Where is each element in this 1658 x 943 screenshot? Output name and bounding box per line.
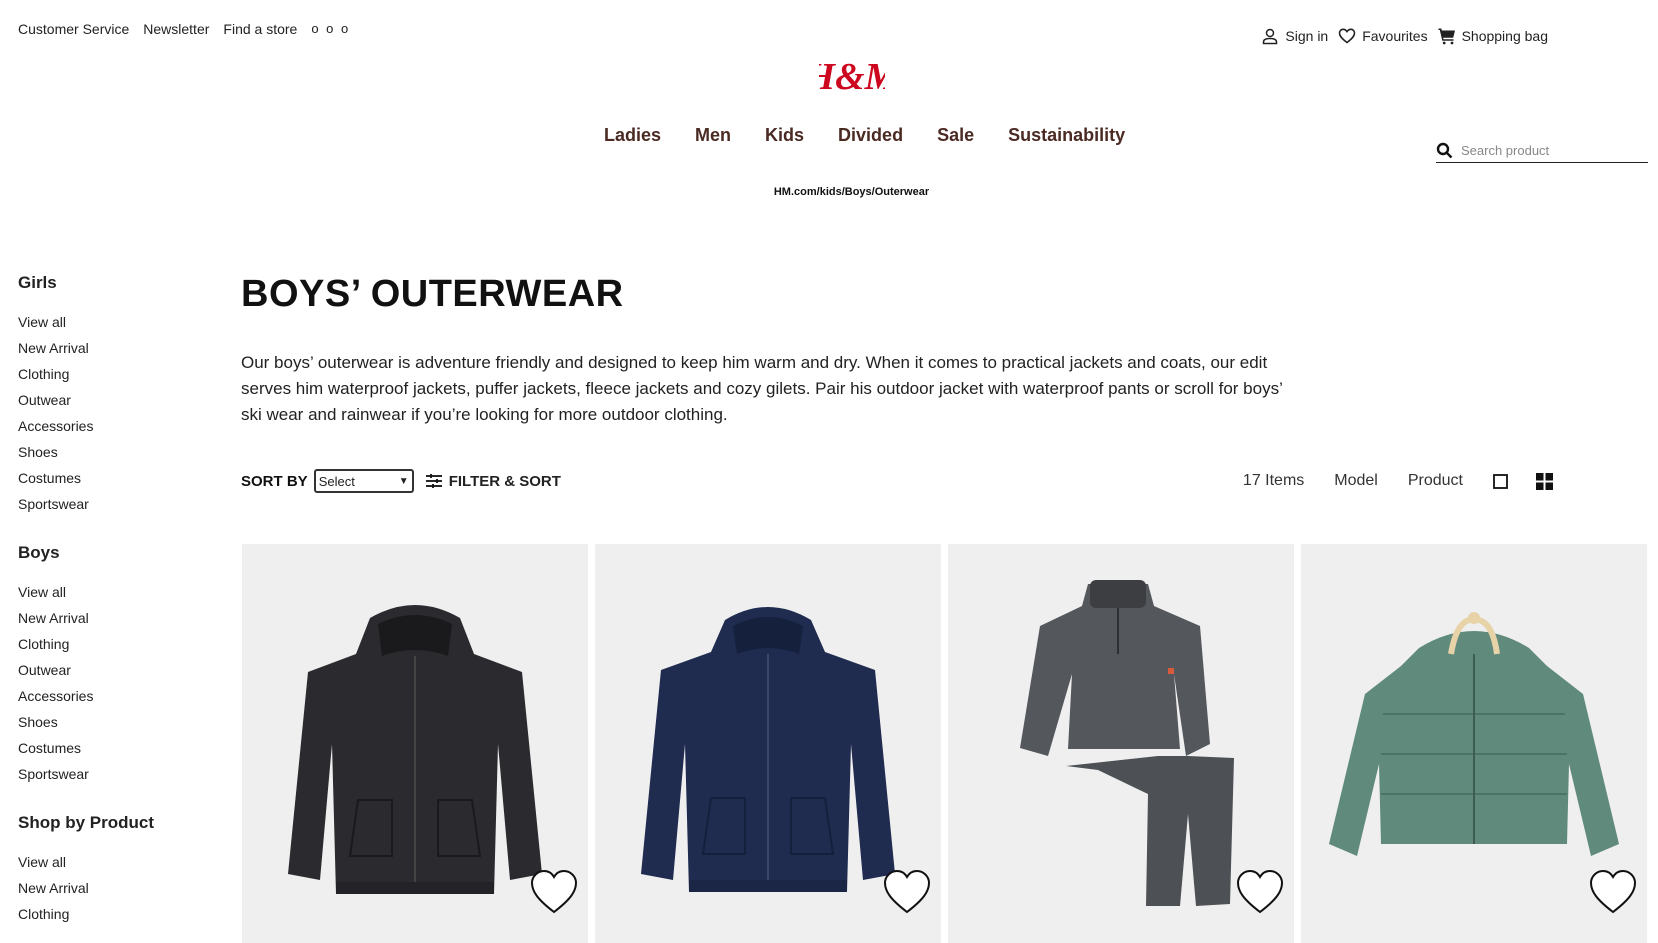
sidebar-item-girls-outwear[interactable]: Outwear xyxy=(18,391,218,417)
view-options: 17 Items Model Product xyxy=(1243,472,1593,490)
product-card[interactable] xyxy=(595,544,941,943)
search-icon[interactable] xyxy=(1436,142,1453,159)
sidebar-item-boys-sportswear[interactable]: Sportswear xyxy=(18,765,218,791)
sidebar-item-girls-accessories[interactable]: Accessories xyxy=(18,417,218,443)
product-card[interactable] xyxy=(242,544,588,943)
filter-sort-button[interactable]: FILTER & SORT xyxy=(425,472,561,490)
sidebar-item-product-clothing[interactable]: Clothing xyxy=(18,905,218,931)
user-icon xyxy=(1263,28,1278,45)
newsletter-link[interactable]: Newsletter xyxy=(143,21,209,37)
search-bar xyxy=(1436,138,1648,163)
logo-text: H&M xyxy=(819,56,885,98)
single-grid-icon[interactable] xyxy=(1493,473,1508,489)
sidebar-item-product-new-arrival[interactable]: New Arrival xyxy=(18,879,218,905)
page-description: Our boys’ outerwear is adventure friendl… xyxy=(241,353,1283,424)
search-input[interactable] xyxy=(1461,142,1641,158)
sidebar-item-girls-costumes[interactable]: Costumes xyxy=(18,469,218,495)
sidebar-item-product-view-all[interactable]: View all xyxy=(18,853,218,879)
sidebar-item-boys-costumes[interactable]: Costumes xyxy=(18,739,218,765)
chevron-down-icon: ▼ xyxy=(398,475,409,487)
sort-select[interactable]: Select ▼ xyxy=(313,469,414,493)
nav-sale[interactable]: Sale xyxy=(937,125,974,146)
shopping-bag-link[interactable]: Shopping bag xyxy=(1438,27,1548,45)
item-count: 17 Items xyxy=(1242,472,1305,489)
heart-icon xyxy=(1338,28,1356,44)
sidebar-heading-girls[interactable]: Girls xyxy=(18,273,218,293)
filter-sort-label: FILTER & SORT xyxy=(448,472,561,490)
sidebar-group-girls: Girls View all New Arrival Clothing Outw… xyxy=(18,273,218,521)
sidebar-group-boys: Boys View all New Arrival Clothing Outwe… xyxy=(18,543,218,791)
customer-service-link[interactable]: Customer Service xyxy=(18,21,129,37)
sidebar-item-boys-view-all[interactable]: View all xyxy=(18,583,218,609)
sign-in-link[interactable]: Sign in xyxy=(1261,27,1328,45)
more-links-button[interactable]: o o o xyxy=(311,21,350,37)
account-links: Sign in Favourites Shopping bag xyxy=(1261,27,1548,45)
heart-icon[interactable] xyxy=(1588,868,1638,916)
nav-men[interactable]: Men xyxy=(695,125,731,146)
cart-icon xyxy=(1438,28,1455,45)
sidebar-heading-shop-by-product[interactable]: Shop by Product xyxy=(18,813,218,833)
sliders-icon xyxy=(425,474,442,488)
product-view-toggle[interactable]: Product xyxy=(1408,472,1463,490)
nav-divided[interactable]: Divided xyxy=(838,125,903,146)
nav-sustainability[interactable]: Sustainability xyxy=(1008,125,1125,146)
sidebar-item-boys-accessories[interactable]: Accessories xyxy=(18,687,218,713)
heart-icon[interactable] xyxy=(1235,868,1285,916)
sidebar-item-boys-outwear[interactable]: Outwear xyxy=(18,661,218,687)
sidebar-item-girls-shoes[interactable]: Shoes xyxy=(18,443,218,469)
model-view-toggle[interactable]: Model xyxy=(1334,472,1378,490)
sign-in-label: Sign in xyxy=(1285,28,1329,44)
hm-logo[interactable]: H&M xyxy=(819,53,885,99)
four-grid-icon[interactable] xyxy=(1536,472,1553,490)
favourites-label: Favourites xyxy=(1362,28,1428,44)
category-sidebar: Girls View all New Arrival Clothing Outw… xyxy=(18,273,218,943)
sidebar-item-girls-sportswear[interactable]: Sportswear xyxy=(18,495,218,521)
product-card[interactable] xyxy=(948,544,1294,943)
sidebar-group-shop-by-product: Shop by Product View all New Arrival Clo… xyxy=(18,813,218,931)
sort-by-label: SORT BY xyxy=(241,472,308,490)
utility-links: Customer Service Newsletter Find a store… xyxy=(18,21,350,37)
listing-toolbar: SORT BY Select ▼ FILTER & SORT 17 Items … xyxy=(241,468,1593,494)
product-grid xyxy=(242,544,1647,943)
product-card[interactable] xyxy=(1301,544,1647,943)
sidebar-item-girls-view-all[interactable]: View all xyxy=(18,313,218,339)
nav-kids[interactable]: Kids xyxy=(765,125,804,146)
heart-icon[interactable] xyxy=(882,868,932,916)
sidebar-item-boys-shoes[interactable]: Shoes xyxy=(18,713,218,739)
nav-ladies[interactable]: Ladies xyxy=(604,125,661,146)
sidebar-item-boys-new-arrival[interactable]: New Arrival xyxy=(18,609,218,635)
sidebar-heading-boys[interactable]: Boys xyxy=(18,543,218,563)
main-navigation: Ladies Men Kids Divided Sale Sustainabil… xyxy=(604,125,1125,146)
favourites-link[interactable]: Favourites xyxy=(1338,27,1428,45)
sidebar-item-girls-clothing[interactable]: Clothing xyxy=(18,365,218,391)
breadcrumb[interactable]: HM.com/kids/Boys/Outerwear xyxy=(0,186,1658,198)
find-a-store-link[interactable]: Find a store xyxy=(223,21,297,37)
sort-select-value: Select xyxy=(318,473,355,489)
page-title: BOYS’ OUTERWEAR xyxy=(241,273,624,315)
sidebar-item-boys-clothing[interactable]: Clothing xyxy=(18,635,218,661)
shopping-bag-label: Shopping bag xyxy=(1461,28,1548,44)
sidebar-item-girls-new-arrival[interactable]: New Arrival xyxy=(18,339,218,365)
heart-icon[interactable] xyxy=(529,868,579,916)
